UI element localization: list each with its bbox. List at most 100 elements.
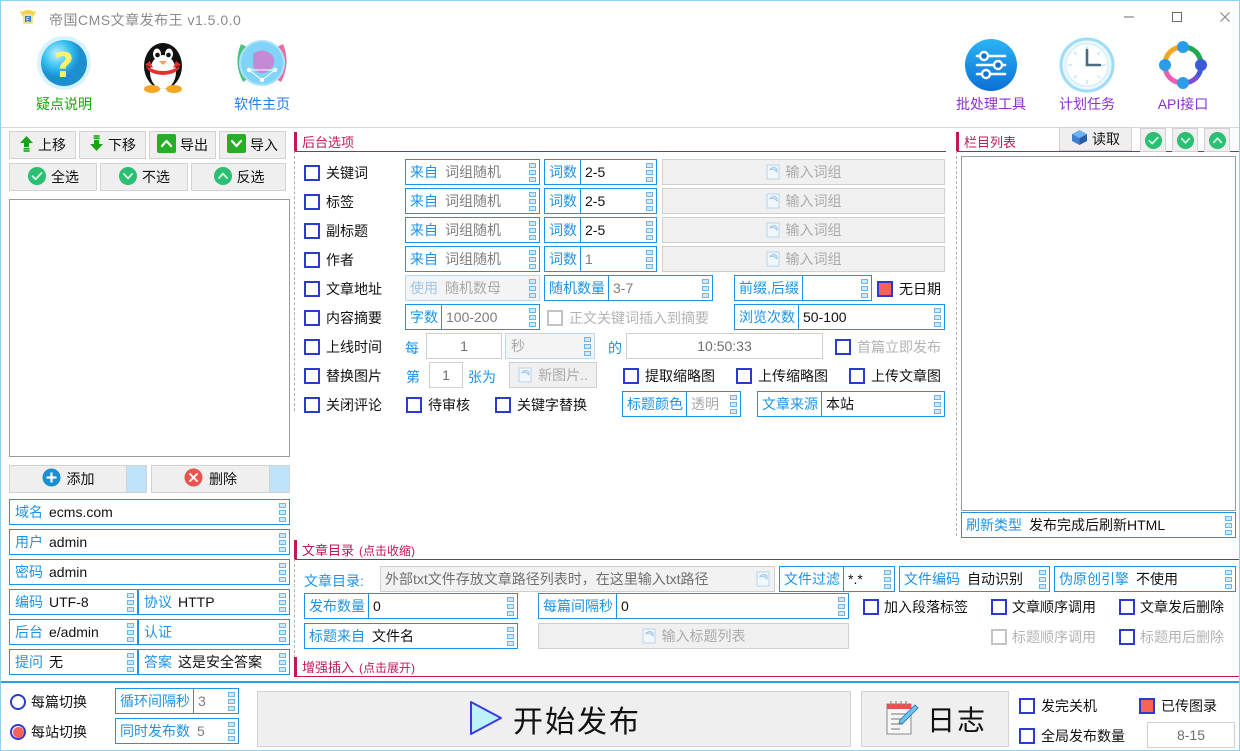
upload-article-img-checkbox[interactable] [849,368,865,384]
encoding-value[interactable]: UTF-8 [47,594,125,610]
password-field[interactable]: 密码 admin [9,559,290,585]
file-encoding-spinner[interactable] [1037,567,1048,591]
concurrent-value[interactable]: 5 [193,723,226,739]
keyword-count-value[interactable]: 2-5 [581,164,644,180]
online-time-unit-spinner[interactable] [582,334,593,358]
article-order-row[interactable]: 文章顺序调用 [991,597,1096,617]
article-delete-checkbox[interactable] [1119,599,1135,615]
file-encoding-field[interactable]: 文件编码 自动识别 [899,566,1050,592]
no-date-checkbox[interactable] [877,281,893,297]
summary-words-value[interactable]: 100-200 [442,309,527,325]
article-url-checkbox[interactable] [304,281,320,297]
refresh-type-spinner[interactable] [1223,513,1234,537]
encoding-spinner[interactable] [125,590,136,614]
radio-per-site-row[interactable]: 每站切换 [10,722,87,742]
title-order-checkbox[interactable] [991,629,1007,645]
radio-per-site[interactable] [10,724,26,740]
article-url-qty-spinner[interactable] [700,276,711,300]
shutdown-row[interactable]: 发完关机 [1019,696,1097,716]
extract-thumb-row[interactable]: 提取缩略图 [623,366,715,386]
import-button[interactable]: 导入 [219,131,286,159]
subtitle-source-select[interactable]: 来自 词组随机 [405,217,540,243]
summary-checkbox[interactable] [304,310,320,326]
subtitle-source-value[interactable]: 词组随机 [441,220,527,240]
author-source-spinner[interactable] [527,247,538,271]
title-delete-row[interactable]: 标题用后删除 [1119,627,1224,647]
log-button[interactable]: 日志 [861,691,1009,747]
tag-count-spinner[interactable] [644,189,655,213]
file-encoding-value[interactable]: 自动识别 [963,569,1037,589]
question-spinner[interactable] [125,650,136,674]
article-source-spinner[interactable] [932,392,943,416]
user-value[interactable]: admin [47,534,277,550]
subtitle-source-spinner[interactable] [527,218,538,242]
toolbar-item-scheduled-task[interactable]: 计划任务 [1032,34,1142,126]
author-count-spinner[interactable] [644,247,655,271]
user-field[interactable]: 用户 admin [9,529,290,555]
backend-spinner[interactable] [125,620,136,644]
title-delete-checkbox[interactable] [1119,629,1135,645]
author-source-value[interactable]: 词组随机 [441,249,527,269]
article-url-qty-field[interactable]: 随机数量 3-7 [544,275,713,301]
password-spinner[interactable] [277,560,288,584]
global-count-checkbox[interactable] [1019,728,1035,744]
author-row-label[interactable]: 作者 [304,250,354,270]
title-from-value[interactable]: 文件名 [368,626,505,646]
loop-interval-spinner[interactable] [226,689,237,713]
article-url-use-select[interactable]: 使用 随机数母 [405,275,540,301]
answer-value[interactable]: 这是安全答案 [176,652,277,672]
site-list-box[interactable] [9,199,290,457]
online-time-unit-value[interactable]: 秒 [506,336,582,356]
columns-deselect-button[interactable] [1172,128,1198,152]
subtitle-count-value[interactable]: 2-5 [581,222,644,238]
title-from-spinner[interactable] [505,624,516,648]
loop-interval-field[interactable]: 循环间隔秒 3 [115,688,239,714]
keyword-input-button[interactable]: 输入词组 [662,159,945,185]
title-color-spinner[interactable] [728,392,739,416]
summary-row-label[interactable]: 内容摘要 [304,308,382,328]
keyword-replace-checkbox[interactable] [495,397,511,413]
global-count-field[interactable]: 8-15 [1147,722,1235,748]
delete-site-button[interactable]: 删除 [151,465,290,493]
enhanced-insert-title[interactable]: 增强插入 (点击展开) [302,657,415,676]
title-order-row[interactable]: 标题顺序调用 [991,627,1096,647]
views-field[interactable]: 浏览次数 50-100 [734,304,945,330]
uploaded-checkbox[interactable] [1139,698,1155,714]
domain-value[interactable]: ecms.com [47,504,277,520]
article-source-value[interactable]: 本站 [822,394,932,414]
auth-field[interactable]: 认证 [138,619,290,645]
add-site-main[interactable]: 添加 [10,468,126,490]
answer-field[interactable]: 答案 这是安全答案 [138,649,290,675]
maximize-button[interactable] [1154,1,1200,33]
start-publish-button[interactable]: 开始发布 [257,691,851,747]
title-color-field[interactable]: 标题颜色 透明 [622,391,741,417]
radio-per-article[interactable] [10,694,26,710]
tag-count-field[interactable]: 词数 2-5 [544,188,657,214]
pending-review-row[interactable]: 待审核 [406,395,470,415]
tag-row-label[interactable]: 标签 [304,192,354,212]
publish-count-field[interactable]: 发布数量 0 [304,593,518,619]
insert-keyword-row[interactable]: 正文关键词插入到摘要 [547,308,709,328]
article-dir-input[interactable]: 外部txt文件存放文章路径列表时，在这里输入txt路径 [380,566,775,592]
invert-select-button[interactable]: 反选 [191,163,286,191]
user-spinner[interactable] [277,530,288,554]
article-url-row-label[interactable]: 文章地址 [304,279,382,299]
keyword-checkbox[interactable] [304,165,320,181]
deselect-button[interactable]: 不选 [100,163,188,191]
replace-image-nth-value[interactable]: 1 [429,362,463,388]
password-value[interactable]: admin [47,564,277,580]
close-comment-checkbox[interactable] [304,397,320,413]
interval-spinner[interactable] [836,594,847,618]
minimize-button[interactable] [1106,1,1152,33]
keyword-replace-row[interactable]: 关键字替换 [495,395,587,415]
columns-invert-button[interactable] [1204,128,1230,152]
upload-article-img-row[interactable]: 上传文章图 [849,366,941,386]
summary-words-field[interactable]: 字数 100-200 [405,304,540,330]
subtitle-count-spinner[interactable] [644,218,655,242]
add-para-tag-checkbox[interactable] [863,599,879,615]
toolbar-item-qq[interactable] [108,34,218,126]
read-columns-button[interactable]: 读取 [1059,127,1132,151]
page-edit-icon[interactable] [756,571,771,587]
article-url-affix-spinner[interactable] [859,276,870,300]
first-now-row[interactable]: 首篇立即发布 [835,337,941,357]
